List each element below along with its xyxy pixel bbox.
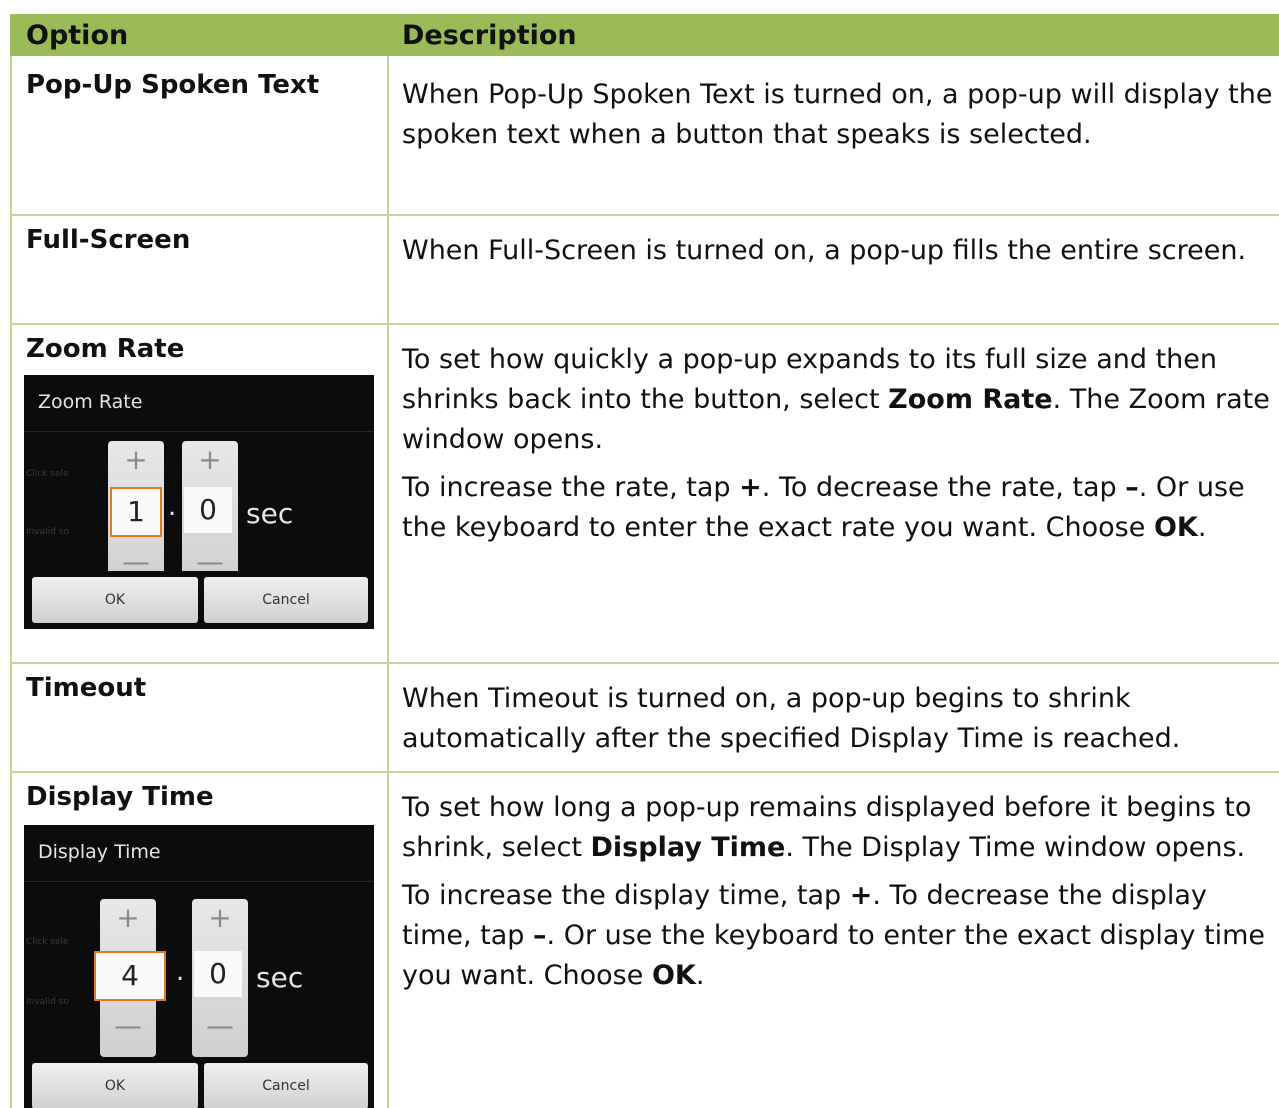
description-zoom-rate: To set how quickly a pop-up expands to i…: [402, 340, 1274, 548]
bold-term: –: [533, 920, 547, 951]
text-run: . To decrease the rate, tap: [761, 472, 1126, 503]
option-display-time: Display Time: [26, 782, 214, 812]
dialog-title: Display Time: [38, 841, 161, 863]
text-run: To increase the display time, tap: [402, 880, 850, 911]
bold-term: –: [1125, 472, 1139, 503]
whole-value-field[interactable]: 4: [94, 951, 166, 1001]
whole-value-field[interactable]: 1: [110, 487, 162, 537]
bold-term: +: [849, 880, 873, 911]
dialog-divider: [24, 431, 374, 432]
bold-term: +: [739, 472, 762, 503]
ok-button[interactable]: OK: [32, 1063, 198, 1108]
description-text: To increase the rate, tap +. To decrease…: [402, 468, 1274, 548]
fraction-value-field[interactable]: 0: [184, 487, 232, 533]
fraction-value-field[interactable]: 0: [194, 951, 242, 997]
cancel-button[interactable]: Cancel: [204, 577, 368, 623]
unit-label: sec: [246, 497, 294, 530]
description-text: To increase the display time, tap +. To …: [402, 876, 1274, 996]
description-text: When Timeout is turned on, a pop-up begi…: [402, 683, 1181, 754]
option-pop-up-spoken-text: Pop-Up Spoken Text: [26, 70, 320, 100]
text-run: . The Display Time window opens.: [785, 832, 1246, 863]
unit-label: sec: [256, 961, 304, 994]
fraction-number-picker[interactable]: + 0 —: [182, 441, 238, 591]
decrement-button[interactable]: —: [100, 1009, 156, 1042]
increment-button[interactable]: +: [100, 901, 156, 934]
decrement-button[interactable]: —: [192, 1009, 248, 1042]
option-timeout: Timeout: [26, 673, 147, 703]
description-full-screen: When Full-Screen is turned on, a pop-up …: [402, 231, 1274, 271]
increment-button[interactable]: +: [192, 901, 248, 934]
row-divider: [10, 214, 1279, 216]
description-timeout: When Timeout is turned on, a pop-up begi…: [402, 679, 1274, 759]
header-description: Description: [402, 20, 577, 51]
increment-button[interactable]: +: [108, 443, 164, 476]
display-time-dialog: Display Time Click sele Invalid so + 4 —…: [24, 825, 374, 1108]
dialog-button-bar: OK Cancel: [24, 1057, 374, 1108]
background-text: Click sele: [26, 937, 69, 947]
option-zoom-rate: Zoom Rate: [26, 334, 185, 364]
option-full-screen: Full-Screen: [26, 225, 191, 255]
table-header-row: Option Description: [10, 14, 1279, 56]
bold-term: OK: [1153, 512, 1198, 543]
description-text: To set how quickly a pop-up expands to i…: [402, 340, 1274, 460]
description-text: When Full-Screen is turned on, a pop-up …: [402, 235, 1247, 266]
whole-number-picker[interactable]: + 1 —: [108, 441, 164, 591]
dialog-button-bar: OK Cancel: [24, 571, 374, 629]
ok-button[interactable]: OK: [32, 577, 198, 623]
bold-term: Display Time: [590, 832, 786, 863]
background-text: Invalid so: [26, 997, 69, 1007]
description-display-time: To set how long a pop-up remains display…: [402, 788, 1274, 996]
options-table: Option Description Pop-Up Spoken Text Wh…: [0, 0, 1279, 1108]
description-pop-up-spoken-text: When Pop-Up Spoken Text is turned on, a …: [402, 75, 1274, 155]
row-divider: [10, 771, 1279, 773]
row-divider: [10, 662, 1279, 664]
text-run: .: [695, 960, 705, 991]
dialog-title: Zoom Rate: [38, 391, 143, 413]
row-divider: [10, 323, 1279, 325]
description-text: When Pop-Up Spoken Text is turned on, a …: [402, 79, 1273, 150]
bold-term: OK: [651, 960, 696, 991]
text-run: .: [1197, 512, 1207, 543]
zoom-rate-dialog: Zoom Rate Click sele Invalid so + 1 — . …: [24, 375, 374, 629]
dialog-divider: [24, 881, 374, 882]
cancel-button[interactable]: Cancel: [204, 1063, 368, 1108]
header-option: Option: [26, 20, 129, 51]
description-text: To set how long a pop-up remains display…: [402, 788, 1274, 868]
background-text: Click sele: [26, 469, 69, 479]
increment-button[interactable]: +: [182, 443, 238, 476]
decimal-point: .: [168, 492, 177, 522]
bold-term: Zoom Rate: [888, 384, 1053, 415]
background-text: Invalid so: [26, 527, 69, 537]
whole-number-picker[interactable]: + 4 —: [94, 899, 166, 1057]
decimal-point: .: [176, 957, 185, 987]
fraction-number-picker[interactable]: + 0 —: [192, 899, 248, 1057]
text-run: To increase the rate, tap: [402, 472, 740, 503]
